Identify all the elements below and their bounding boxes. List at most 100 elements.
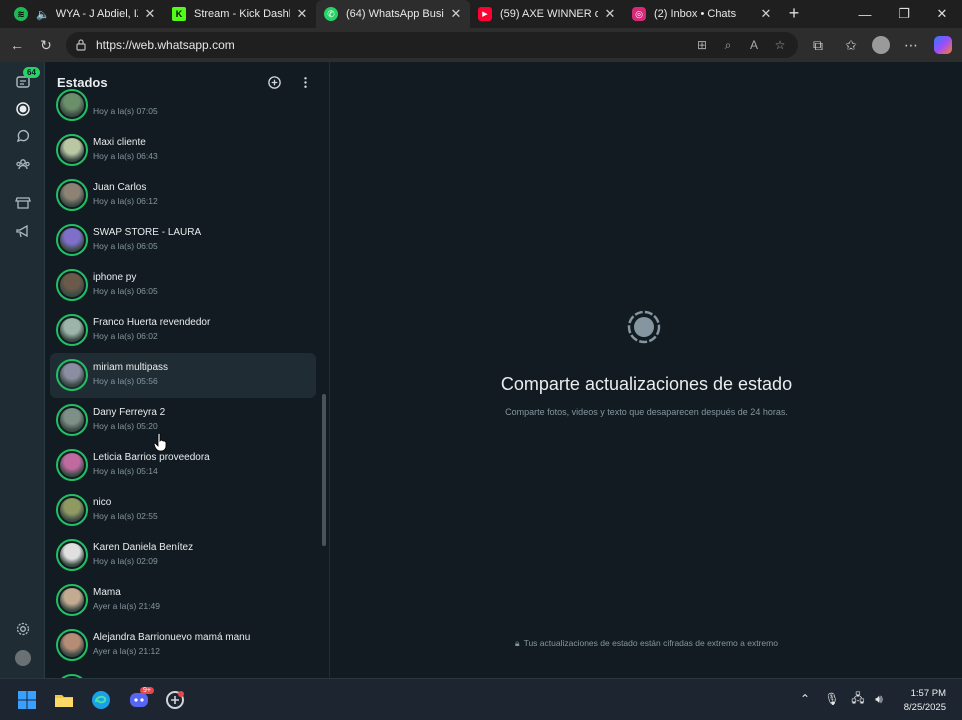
whatsapp-icon: ✆ [324,7,338,21]
status-icon[interactable] [11,97,35,121]
profile-avatar[interactable] [11,646,35,670]
channels-icon[interactable] [11,125,35,149]
status-avatar [56,269,88,301]
minimize-icon[interactable]: — [846,0,884,28]
status-avatar [56,494,88,526]
tab-title: WYA - J Abdiel, IZ [55,8,138,20]
close-tab-icon[interactable]: ✕ [758,6,774,22]
close-window-icon[interactable]: ✕ [923,0,961,28]
tab-title: (59) AXE WINNER of Cl [500,8,598,20]
status-row[interactable] [50,668,316,678]
status-contact-name: Dany Ferreyra 2 [93,407,166,418]
status-row[interactable]: Leticia Barrios proveedora Hoy a la(s) 05… [50,443,316,488]
close-tab-icon[interactable]: ✕ [294,6,310,22]
status-avatar [56,359,88,391]
extensions-icon[interactable]: ⧉ [809,36,827,54]
browser-tab-active[interactable]: ✆ (64) WhatsApp Busines ✕ [316,0,470,28]
status-row[interactable]: iphone py Hoy a la(s) 06:05 [50,263,316,308]
status-avatar [56,314,88,346]
favorite-star-icon[interactable]: ☆ [772,37,788,53]
status-contact-name: Franco Huerta revendedor [93,317,211,328]
status-row[interactable]: Dany Ferreyra 2 Hoy a la(s) 05:20 [50,398,316,443]
status-row[interactable]: SWAP STORE - LAURA Hoy a la(s) 06:05 [50,218,316,263]
refresh-icon[interactable]: ↻ [37,36,55,54]
communities-icon[interactable] [11,152,35,176]
favorites-icon[interactable]: ✩ [842,36,860,54]
address-bar[interactable]: https://web.whatsapp.com ⊞ ⌕ A ☆ [66,32,798,58]
encryption-text: Tus actualizaciones de estado están cifr… [523,638,778,648]
scrollbar[interactable] [321,102,327,674]
close-tab-icon[interactable]: ✕ [448,6,464,22]
edge-browser-icon[interactable] [88,687,114,713]
status-timestamp: Hoy a la(s) 05:56 [93,376,158,386]
status-timestamp: Hoy a la(s) 06:02 [93,331,158,341]
status-avatar [56,179,88,211]
avatar-image [60,273,84,297]
hand-cursor-icon [153,432,167,452]
tab-title: (2) Inbox • Chats [654,8,737,20]
read-aloud-icon[interactable]: A [746,37,762,53]
back-arrow-icon[interactable]: ← [8,36,26,54]
app-available-icon[interactable]: ⊞ [694,37,710,53]
close-tab-icon[interactable]: ✕ [602,6,618,22]
avatar-image [60,543,84,567]
spotify-icon: ≋ [14,7,28,21]
status-row[interactable]: Maxi cliente Hoy a la(s) 06:43 [50,128,316,173]
status-row[interactable]: Juan Carlos Hoy a la(s) 06:12 [50,173,316,218]
kick-icon: K [172,7,186,21]
status-row[interactable]: Alejandra Barrionuevo mamá manu Ayer a la… [50,623,316,668]
status-contact-name: Alejandra Barrionuevo mamá manu [93,632,251,643]
status-avatar [56,629,88,661]
settings-gear-icon[interactable] [11,617,35,641]
copilot-icon[interactable] [934,36,952,54]
network-icon[interactable]: 🖧︎ [850,691,866,707]
browser-tab[interactable]: K Stream - Kick Dashboar ✕ [164,0,316,28]
url-text: https://web.whatsapp.com [96,38,235,52]
avatar-image [60,588,84,612]
zoom-icon[interactable]: ⌕ [720,37,736,53]
avatar-image [60,318,84,342]
avatar-image [60,93,84,117]
browser-tab[interactable]: ▶ (59) AXE WINNER of Cl ✕ [470,0,624,28]
status-contact-name: Maxi cliente [93,137,146,148]
new-tab-icon[interactable]: + [783,2,805,24]
status-timestamp: Hoy a la(s) 06:12 [93,196,158,206]
browser-tab[interactable]: ≋ 🔈 WYA - J Abdiel, IZ ✕ [6,0,164,28]
profile-avatar-icon[interactable] [872,36,890,54]
empty-state-subtitle: Comparte fotos, videos y texto que desap… [505,407,788,417]
status-avatar [56,89,88,121]
microphone-icon[interactable]: 🎙︎ [824,691,840,707]
system-clock[interactable]: 1:57 PM 8/25/2025 [904,687,946,715]
status-contact-name: miriam multipass [93,362,169,373]
status-contact-name: Karen Daniela Benítez [93,542,194,553]
volume-icon[interactable]: 🔊︎ [871,691,887,707]
status-row[interactable]: Karen Daniela Benítez Hoy a la(s) 02:09 [50,533,316,578]
advertise-megaphone-icon[interactable] [11,219,35,243]
status-row[interactable]: Mama Ayer a la(s) 21:49 [50,578,316,623]
status-timestamp: Hoy a la(s) 05:20 [93,421,158,431]
status-row[interactable]: Franco Huerta revendedor Hoy a la(s) 06:0… [50,308,316,353]
encryption-note: 🔒︎ Tus actualizaciones de estado están ci… [331,638,962,649]
lock-icon[interactable] [75,38,87,51]
status-timestamp: Hoy a la(s) 05:14 [93,466,158,476]
tray-chevron-up-icon[interactable]: ⌃ [797,691,813,707]
tab-title: (64) WhatsApp Busines [346,8,444,20]
game-app-icon[interactable] [162,687,188,713]
more-menu-icon[interactable]: ⋯ [902,36,920,54]
catalog-store-icon[interactable] [11,191,35,215]
status-row[interactable]: nico Hoy a la(s) 02:55 [50,488,316,533]
status-avatar [56,404,88,436]
file-explorer-icon[interactable] [51,687,77,713]
speaker-icon[interactable]: 🔈 [36,8,50,21]
browser-tab[interactable]: ◎ (2) Inbox • Chats ✕ [624,0,780,28]
close-tab-icon[interactable]: ✕ [142,6,158,22]
status-detail-pane: Comparte actualizaciones de estado Compa… [331,62,962,678]
status-contact-name: Leticia Barrios proveedora [93,452,210,463]
windows-start-icon[interactable] [14,687,40,713]
instagram-icon: ◎ [632,7,646,21]
status-row[interactable]: Hoy a la(s) 07:05 [50,83,316,128]
status-row[interactable]: miriam multipass Hoy a la(s) 05:56 [50,353,316,398]
restore-icon[interactable]: ❐ [885,0,923,28]
status-avatar [56,539,88,571]
scrollbar-thumb[interactable] [322,394,326,546]
